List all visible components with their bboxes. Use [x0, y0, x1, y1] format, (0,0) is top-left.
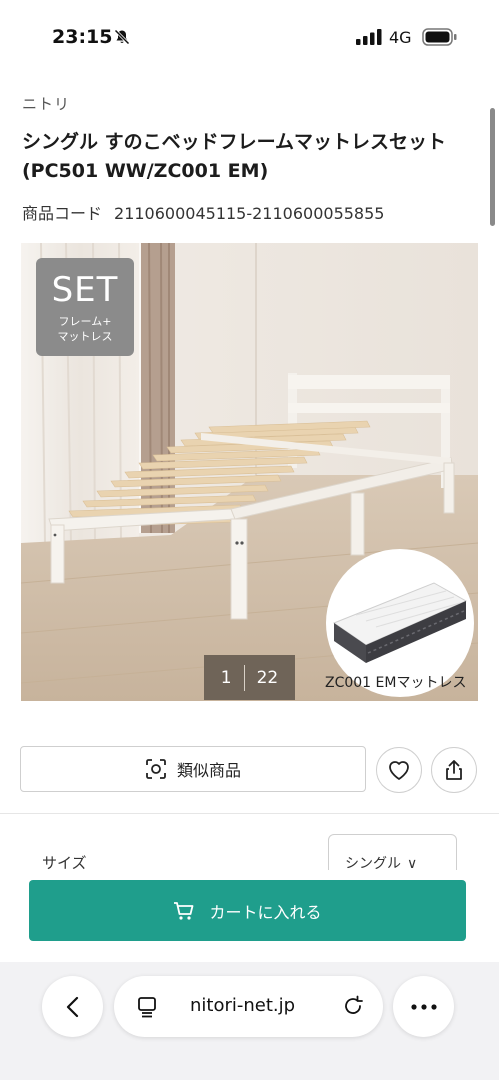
brand-name[interactable]: ニトリ	[22, 93, 70, 114]
add-to-cart-label: カートに入れる	[209, 902, 322, 922]
back-icon	[66, 996, 78, 1017]
reload-icon[interactable]	[342, 995, 364, 1017]
more-button[interactable]	[393, 976, 454, 1037]
favorite-button[interactable]	[376, 747, 422, 793]
bell-slash-icon	[114, 29, 130, 45]
signal-icon	[356, 29, 382, 45]
add-to-cart-button[interactable]: カートに入れる	[29, 880, 466, 941]
set-badge-title: SET	[51, 270, 119, 310]
set-badge-sub-line1: フレーム+	[58, 315, 112, 328]
set-badge-sub-line2: マットレス	[57, 330, 113, 343]
set-badge: SET フレーム+ マットレス	[36, 258, 134, 356]
image-counter-divider	[243, 664, 245, 691]
product-title-line2: (PC501 WW/ZC001 EM)	[22, 160, 269, 182]
cart-icon	[174, 901, 194, 920]
scan-icon	[146, 759, 166, 779]
product-title: シングル すのこベッドフレームマットレスセット (PC501 WW/ZC001 …	[22, 128, 480, 186]
product-title-line1: シングル すのこベッドフレームマットレスセット	[22, 131, 447, 153]
heart-icon	[389, 761, 409, 780]
status-bar: 23:15 4G	[0, 0, 499, 76]
product-image-carousel[interactable]: SET フレーム+ マットレス ZC001 EMマットレス 1 22	[21, 243, 478, 701]
share-icon	[446, 760, 462, 780]
image-counter-total: 22	[256, 667, 279, 688]
mattress-caption: ZC001 EMマットレス	[325, 675, 467, 691]
image-counter: 1 22	[204, 655, 295, 700]
back-button[interactable]	[42, 976, 103, 1037]
product-code-value: 2110600045115-2110600055855	[114, 204, 385, 223]
more-icon	[410, 1003, 437, 1010]
similar-items-button[interactable]: 類似商品	[20, 746, 366, 792]
product-code: 商品コード 2110600045115-2110600055855	[22, 200, 384, 224]
battery-icon	[422, 28, 457, 46]
similar-items-label: 類似商品	[176, 761, 241, 780]
url-text[interactable]: nitori-net.jp	[190, 995, 295, 1016]
section-divider	[0, 813, 499, 814]
address-bar[interactable]: nitori-net.jp	[114, 976, 383, 1037]
product-code-label: 商品コード	[22, 204, 103, 223]
reader-icon[interactable]	[136, 996, 158, 1018]
share-button[interactable]	[431, 747, 477, 793]
network-label: 4G	[389, 28, 412, 47]
image-counter-current: 1	[220, 667, 232, 688]
status-time: 23:15	[52, 26, 113, 48]
scroll-indicator[interactable]	[490, 108, 495, 226]
